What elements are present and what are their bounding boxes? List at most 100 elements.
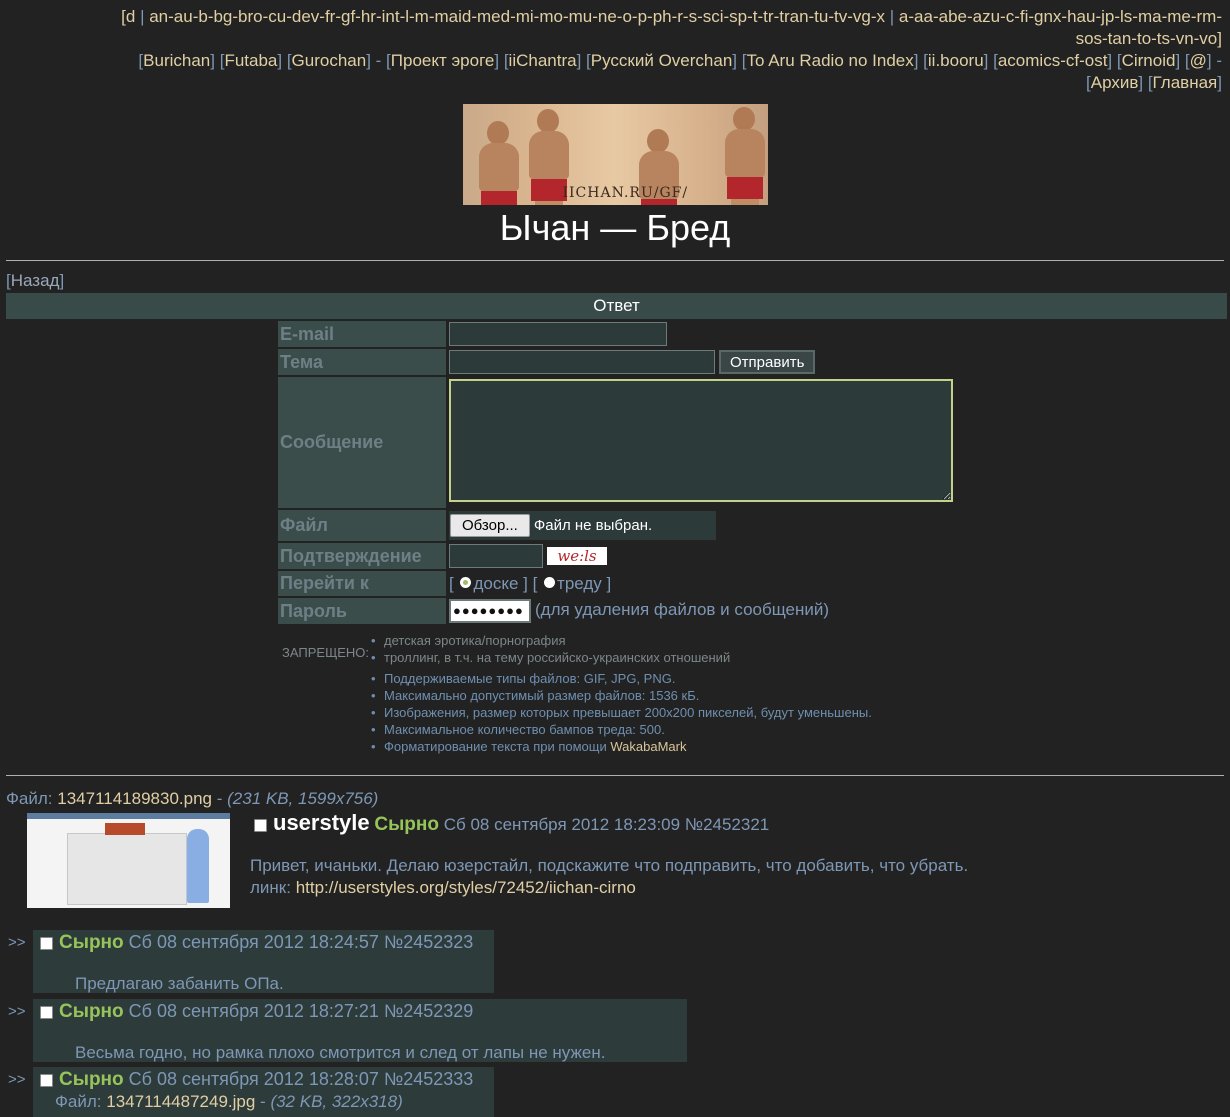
goto-board-radio[interactable] [460,577,472,589]
op-post: userstyle Сырно Сб 08 сентября 2012 18:2… [0,809,1230,909]
nav-line-1: [d | an-au-b-bg-bro-cu-dev-fr-gf-hr-int-… [6,6,1222,28]
nav-link-at[interactable]: @ [1190,51,1207,70]
op-post-number[interactable]: №2452321 [685,815,769,834]
banner-figure [724,107,765,205]
reply-date: Сб 08 сентября 2012 18:27:21 [128,1001,379,1021]
subject-field[interactable] [449,350,715,374]
reply-file-info: Файл: 1347114487249.jpg - (32 KB, 322x31… [55,1092,403,1111]
nav-link-futaba[interactable]: Futaba [224,51,277,70]
email-label: E-mail [278,321,446,347]
nav-board-list-1[interactable]: [d [121,7,135,26]
captcha-field[interactable] [449,544,543,568]
reply-header: Сырно Сб 08 сентября 2012 18:27:21 №2452… [40,999,687,1023]
goto-board-label: доске [473,573,519,593]
op-thumbnail[interactable] [27,813,230,908]
message-textarea[interactable] [449,378,953,502]
reply-body: Предлагаю забанить ОПа. [75,974,284,993]
banner-caption: IICHAN.RU/GF/ [562,185,689,201]
nav-board-list-2[interactable]: an-au-b-bg-bro-cu-dev-fr-gf-hr-int-l-m-m… [149,7,885,26]
reply-post-number[interactable]: №2452333 [384,1069,473,1089]
nav-line-4: [Архив] [Главная] [1086,73,1222,92]
op-file-info: Файл: 1347114189830.png - (231 KB, 1599x… [6,789,379,808]
nav-link-archive[interactable]: Архив [1091,73,1139,92]
goto-label: Перейти к [278,571,446,596]
op-checkbox[interactable] [254,819,267,833]
goto-thread-label: треду [557,573,602,593]
password-note: (для удаления файлов и сообщений) [535,600,830,620]
reply-date: Сб 08 сентября 2012 18:24:57 [128,932,379,952]
reply-body: Весьма годно, но рамка плохо смотрится и… [75,1043,606,1062]
board-banner-image: IICHAN.RU/GF/ [462,104,768,205]
nav-link-home[interactable]: Главная [1153,73,1218,92]
nav-link-eroge[interactable]: Проект эроге [391,51,495,70]
nav-link-radio[interactable]: To Aru Radio no Index [746,51,913,70]
info-item: Максимально допустимый размер файлов: 15… [371,687,1230,704]
op-header: userstyle Сырно Сб 08 сентября 2012 18:2… [254,810,769,836]
nav-link-iichantra[interactable]: iiChantra [509,51,577,70]
reply-post-number[interactable]: №2452323 [384,932,473,952]
email-field[interactable] [449,322,667,346]
back-link-wrap: [Назад] [6,271,65,290]
reply-arrow: >> [8,1003,26,1020]
goto-thread-radio[interactable] [544,577,556,589]
reply-date: Сб 08 сентября 2012 18:28:07 [128,1069,379,1089]
nav-link-burichan[interactable]: Burichan [143,51,210,70]
board-navigation: [d | an-au-b-bg-bro-cu-dev-fr-gf-hr-int-… [0,0,1230,94]
banner-figure [478,121,519,205]
file-label: Файл [278,510,446,541]
info-list: Поддерживаемые типы файлов: GIF, JPG, PN… [282,670,1230,755]
back-link[interactable]: Назад [11,271,60,290]
reply-post-number[interactable]: №2452329 [384,1001,473,1021]
nav-link-gurochan[interactable]: Gurochan [292,51,367,70]
info-item: Поддерживаемые типы файлов: GIF, JPG, PN… [371,670,1230,687]
captcha-label: Подтверждение [278,543,446,569]
reply-poster-name: Сырно [59,1069,124,1090]
op-file-meta: (231 KB, 1599x756) [227,789,379,808]
nav-board-list-3[interactable]: a-aa-abe-azu-c-fi-gnx-hau-jp-ls-ma-me-rm… [899,7,1222,26]
info-item: Форматирование текста при помощи WakabaM… [371,738,1230,755]
subject-label: Тема [278,349,446,375]
reply-header: Сырно Сб 08 сентября 2012 18:28:07 №2452… [40,1067,494,1091]
nav-line-3: [Burichan] [Futaba] [Gurochan] - [Проект… [138,51,1222,70]
op-body-line: линк: http://userstyles.org/styles/72452… [250,878,636,897]
reply-file-link[interactable]: 1347114487249.jpg [106,1092,255,1111]
nav-separator: | [889,7,895,26]
reply-box: Сырно Сб 08 сентября 2012 18:27:21 №2452… [33,999,687,1062]
reply-poster-name: Сырно [59,1001,124,1022]
logo-area: IICHAN.RU/GF/ Ычан — Бред [0,104,1230,249]
wakabamark-link[interactable]: WakabaMark [610,739,686,754]
reply-box: Сырно Сб 08 сентября 2012 18:28:07 №2452… [33,1067,494,1117]
nav-board-list-4[interactable]: sos-tan-to-ts-vn-vo] [1076,29,1222,48]
reply-arrow: >> [8,934,26,951]
reply-post: >> Сырно Сб 08 сентября 2012 18:27:21 №2… [6,999,1230,1067]
reply-mode-bar: Ответ [6,293,1227,319]
op-poster-name: Сырно [374,814,439,835]
post-form: E-mail Тема Отправить Сообщение Файл Обз… [276,319,956,626]
reply-checkbox[interactable] [40,936,53,950]
file-input[interactable]: Обзор... Файл не выбран. [449,511,716,540]
reply-post: >> Сырно Сб 08 сентября 2012 18:24:57 №2… [6,930,1230,999]
op-body-link[interactable]: http://userstyles.org/styles/72452/iicha… [296,878,636,897]
info-item: Изображения, размер которых превышает 20… [371,704,1230,721]
captcha-image[interactable]: we:ls [547,547,607,566]
reply-poster-name: Сырно [59,932,124,953]
nav-link-overchan[interactable]: Русский Overchan [591,51,733,70]
op-body-line: Привет, ичаньки. Делаю юзерстайл, подска… [250,856,969,875]
op-body: Привет, ичаньки. Делаю юзерстайл, подска… [250,855,968,899]
password-field[interactable]: ●●●●●●●● [449,599,531,623]
reply-arrow: >> [8,1071,26,1088]
forbidden-item: детская эротика/порнография [371,632,1230,649]
submit-button[interactable]: Отправить [719,350,816,374]
reply-checkbox[interactable] [40,1005,53,1019]
nav-link-acomics[interactable]: acomics-cf-ost [998,51,1108,70]
browse-button[interactable]: Обзор... [450,514,530,537]
message-label: Сообщение [278,377,446,508]
nav-link-cirnoid[interactable]: Cirnoid [1122,51,1176,70]
nav-link-iibooru[interactable]: ii.booru [928,51,984,70]
reply-checkbox[interactable] [40,1073,53,1087]
forbidden-item: троллинг, в т.ч. на тему российско-украи… [371,649,1230,666]
nav-line-2: sos-tan-to-ts-vn-vo] [6,28,1222,50]
posting-rules: ЗАПРЕЩЕНО: детская эротика/порнография т… [282,632,1230,755]
board-title: Ычан — Бред [499,207,731,248]
op-file-link[interactable]: 1347114189830.png [57,789,212,808]
